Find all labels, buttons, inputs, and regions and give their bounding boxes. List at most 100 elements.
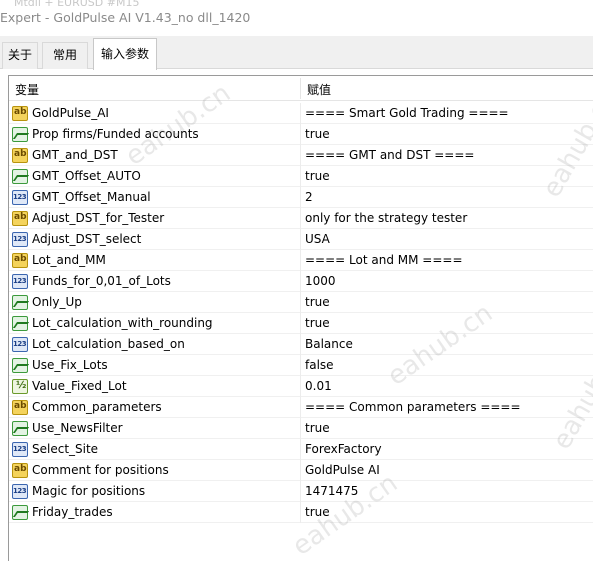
- table-row[interactable]: GMT_Offset_Manual 2: [9, 187, 593, 208]
- parameter-value[interactable]: ==== Lot and MM ====: [305, 253, 463, 267]
- parameter-value[interactable]: USA: [305, 232, 330, 246]
- bool-icon: [12, 421, 28, 436]
- cell-divider: [300, 166, 301, 187]
- ab-icon: [12, 148, 28, 163]
- background-window-text: Mtdll + EURUSD #M15: [14, 0, 140, 9]
- parameter-name: Friday_trades: [32, 505, 113, 519]
- parameter-value[interactable]: 2: [305, 190, 313, 204]
- table-row[interactable]: Magic for positions 1471475: [9, 481, 593, 502]
- table-row[interactable]: Use_Fix_Lots false: [9, 355, 593, 376]
- parameter-value[interactable]: ==== Common parameters ====: [305, 400, 521, 414]
- parameter-name: Common_parameters: [32, 400, 162, 414]
- window-title: Expert - GoldPulse AI V1.43_no dll_1420: [0, 10, 251, 25]
- cell-divider: [300, 439, 301, 460]
- tab-bar: 关于 常用 输入参数: [0, 36, 593, 70]
- int-icon: [12, 484, 28, 499]
- cell-divider: [300, 271, 301, 292]
- cell-divider: [300, 103, 301, 124]
- tab-inputs[interactable]: 输入参数: [93, 38, 157, 70]
- table-row[interactable]: Friday_trades true: [9, 502, 593, 523]
- parameter-value[interactable]: true: [305, 316, 330, 330]
- table-row[interactable]: Select_Site ForexFactory: [9, 439, 593, 460]
- table-body: GoldPulse_AI ==== Smart Gold Trading ====…: [9, 103, 593, 523]
- cell-divider: [300, 397, 301, 418]
- input-parameters-table: 变量 赋值 GoldPulse_AI ==== Smart Gold Tradin…: [8, 75, 593, 561]
- tab-common[interactable]: 常用: [42, 42, 88, 69]
- table-row[interactable]: GMT_and_DST ==== GMT and DST ====: [9, 145, 593, 166]
- bool-icon: [12, 358, 28, 373]
- parameter-name: Adjust_DST_select: [32, 232, 142, 246]
- parameter-value[interactable]: ==== GMT and DST ====: [305, 148, 474, 162]
- table-row[interactable]: GMT_Offset_AUTO true: [9, 166, 593, 187]
- cell-divider: [300, 187, 301, 208]
- table-row[interactable]: Only_Up true: [9, 292, 593, 313]
- cell-divider: [300, 313, 301, 334]
- int-icon: [12, 190, 28, 205]
- double-icon: [12, 379, 28, 394]
- bool-icon: [12, 505, 28, 520]
- int-icon: [12, 337, 28, 352]
- cell-divider: [300, 481, 301, 502]
- parameter-value[interactable]: 1471475: [305, 484, 358, 498]
- parameter-name: Use_Fix_Lots: [32, 358, 108, 372]
- parameter-value[interactable]: only for the strategy tester: [305, 211, 467, 225]
- ab-icon: [12, 253, 28, 268]
- ab-icon: [12, 106, 28, 121]
- table-row[interactable]: Lot_and_MM ==== Lot and MM ====: [9, 250, 593, 271]
- parameter-name: GoldPulse_AI: [32, 106, 109, 120]
- cell-divider: [300, 145, 301, 166]
- table-row[interactable]: Adjust_DST_select USA: [9, 229, 593, 250]
- bool-icon: [12, 169, 28, 184]
- parameter-value[interactable]: true: [305, 295, 330, 309]
- tab-about[interactable]: 关于: [2, 42, 38, 69]
- parameter-value[interactable]: true: [305, 505, 330, 519]
- parameter-name: GMT_Offset_Manual: [32, 190, 151, 204]
- parameter-value[interactable]: ForexFactory: [305, 442, 382, 456]
- parameter-name: Only_Up: [32, 295, 82, 309]
- cell-divider: [300, 376, 301, 397]
- parameter-value[interactable]: Balance: [305, 337, 353, 351]
- cell-divider: [300, 502, 301, 523]
- parameter-name: Value_Fixed_Lot: [32, 379, 127, 393]
- table-row[interactable]: Comment for positions GoldPulse AI: [9, 460, 593, 481]
- table-row[interactable]: Lot_calculation_with_rounding true: [9, 313, 593, 334]
- parameter-name: Lot_calculation_with_rounding: [32, 316, 213, 330]
- cell-divider: [300, 418, 301, 439]
- parameter-name: Funds_for_0,01_of_Lots: [32, 274, 171, 288]
- parameter-value[interactable]: GoldPulse AI: [305, 463, 380, 477]
- parameter-value[interactable]: true: [305, 421, 330, 435]
- table-row[interactable]: Value_Fixed_Lot 0.01: [9, 376, 593, 397]
- table-row[interactable]: Prop firms/Funded accounts true: [9, 124, 593, 145]
- column-divider[interactable]: [300, 78, 301, 99]
- ab-icon: [12, 463, 28, 478]
- table-row[interactable]: GoldPulse_AI ==== Smart Gold Trading ====: [9, 103, 593, 124]
- int-icon: [12, 442, 28, 457]
- parameter-value[interactable]: ==== Smart Gold Trading ====: [305, 106, 509, 120]
- cell-divider: [300, 250, 301, 271]
- column-header-value[interactable]: 赋值: [307, 81, 331, 98]
- parameter-value[interactable]: 1000: [305, 274, 336, 288]
- parameter-name: GMT_Offset_AUTO: [32, 169, 141, 183]
- bool-icon: [12, 295, 28, 310]
- table-row[interactable]: Common_parameters ==== Common parameters …: [9, 397, 593, 418]
- bool-icon: [12, 316, 28, 331]
- parameter-value[interactable]: 0.01: [305, 379, 332, 393]
- cell-divider: [300, 229, 301, 250]
- table-row[interactable]: Funds_for_0,01_of_Lots 1000: [9, 271, 593, 292]
- cell-divider: [300, 355, 301, 376]
- cell-divider: [300, 460, 301, 481]
- cell-divider: [300, 292, 301, 313]
- table-row[interactable]: Lot_calculation_based_on Balance: [9, 334, 593, 355]
- parameter-value[interactable]: true: [305, 127, 330, 141]
- parameter-value[interactable]: true: [305, 169, 330, 183]
- column-header-variable[interactable]: 变量: [15, 81, 39, 98]
- parameter-name: GMT_and_DST: [32, 148, 118, 162]
- table-row[interactable]: Adjust_DST_for_Tester only for the strate…: [9, 208, 593, 229]
- table-row[interactable]: Use_NewsFilter true: [9, 418, 593, 439]
- parameter-name: Lot_and_MM: [32, 253, 106, 267]
- parameter-name: Lot_calculation_based_on: [32, 337, 185, 351]
- parameter-name: Comment for positions: [32, 463, 169, 477]
- parameter-value[interactable]: false: [305, 358, 334, 372]
- ab-icon: [12, 211, 28, 226]
- int-icon: [12, 274, 28, 289]
